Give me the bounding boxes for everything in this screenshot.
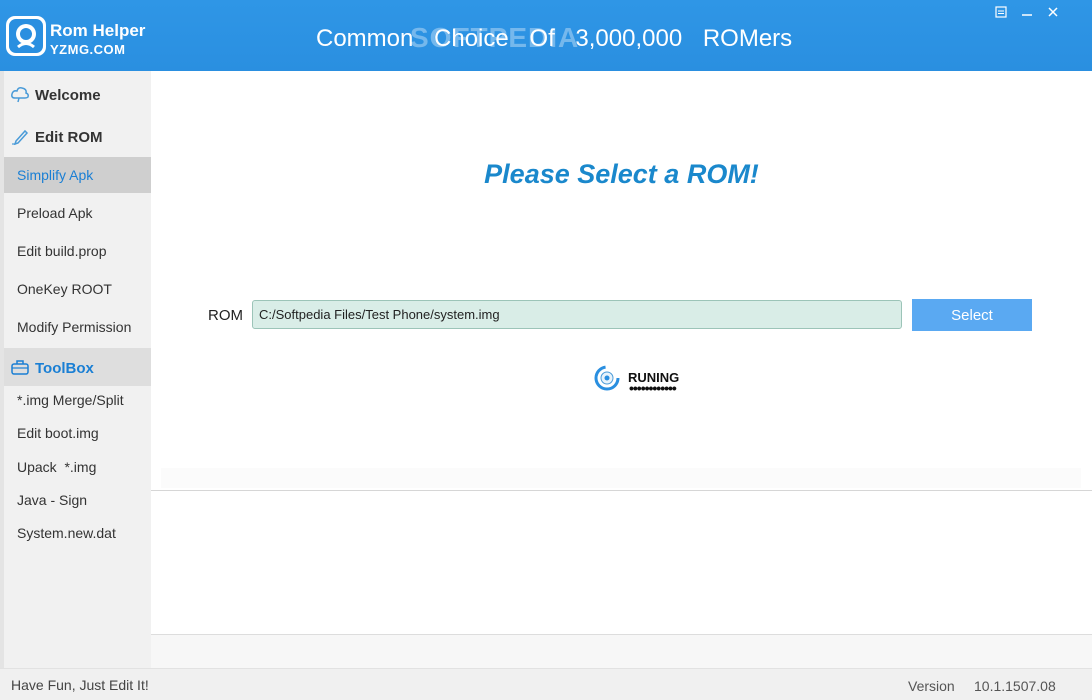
sidebar-item-edit-build-prop[interactable]: Edit build.prop — [4, 233, 151, 269]
sidebar-item-img-merge-split[interactable]: *.img Merge/Split — [4, 382, 151, 418]
version-label: Version — [908, 678, 955, 694]
watermark: SOFTPEDIA — [410, 22, 580, 53]
toolbox-icon — [11, 360, 29, 375]
sidebar-item-system-new-dat[interactable]: System.new.dat — [4, 515, 151, 551]
brand-site: YZMG.COM — [50, 42, 126, 57]
divider — [151, 490, 1092, 491]
sidebar-item-edit-boot-img[interactable]: Edit boot.img — [4, 415, 151, 451]
minimize-icon[interactable] — [1018, 5, 1036, 23]
sidebar-welcome-label: Welcome — [35, 87, 101, 104]
cloud-icon — [11, 87, 29, 103]
page-title: Please Select a ROM! — [484, 159, 759, 189]
sidebar: Welcome Edit ROM Simplify Apk Preload Ap… — [0, 71, 151, 668]
output-panel-edge — [161, 468, 1081, 488]
status-dots: •••••••••••• — [629, 380, 677, 396]
restore-icon[interactable] — [992, 5, 1010, 23]
sidebar-item-onekey-root[interactable]: OneKey ROOT — [4, 271, 151, 307]
sidebar-item-label: *.img Merge/Split — [17, 392, 124, 408]
close-icon[interactable] — [1044, 5, 1062, 23]
sidebar-welcome[interactable]: Welcome — [4, 75, 151, 113]
sidebar-item-label: Simplify Apk — [17, 167, 94, 183]
sidebar-item-java-sign[interactable]: Java - Sign — [4, 482, 151, 518]
rom-helper-logo-icon — [6, 16, 46, 56]
main-content: Please Select a ROM! ROM Select RUNING •… — [151, 71, 1092, 668]
sidebar-toolbox[interactable]: ToolBox — [4, 348, 151, 386]
sidebar-toolbox-label: ToolBox — [35, 360, 94, 377]
brand-name: Rom Helper — [50, 21, 146, 40]
sidebar-item-label: Edit boot.img — [17, 425, 99, 441]
sidebar-item-label: Preload Apk — [17, 205, 93, 221]
footer-tagline: Have Fun, Just Edit It! — [11, 677, 149, 693]
bottom-strip — [151, 635, 1092, 668]
title-bar: Rom Helper YZMG.COM Common Choice Of 3,0… — [0, 0, 1092, 71]
sidebar-item-simplify-apk[interactable]: Simplify Apk — [4, 157, 151, 193]
rom-label: ROM — [208, 307, 243, 324]
loading-spinner-icon — [594, 365, 620, 391]
rom-path-input[interactable] — [252, 300, 902, 329]
version-number: 10.1.1507.08 — [974, 678, 1056, 694]
pencil-icon — [12, 129, 29, 145]
sidebar-item-label: Edit build.prop — [17, 243, 107, 259]
sidebar-item-modify-permission[interactable]: Modify Permission — [4, 309, 151, 345]
status-bar: Have Fun, Just Edit It! Version 10.1.150… — [0, 668, 1092, 700]
sidebar-edit-rom[interactable]: Edit ROM — [4, 117, 151, 155]
sidebar-item-label: Java - Sign — [17, 492, 88, 508]
sidebar-edit-rom-label: Edit ROM — [35, 129, 103, 146]
sidebar-item-label: Modify Permission — [17, 319, 132, 335]
sidebar-item-preload-apk[interactable]: Preload Apk — [4, 195, 151, 231]
select-button[interactable]: Select — [912, 299, 1032, 331]
sidebar-item-label: System.new.dat — [17, 525, 116, 541]
sidebar-item-label: Upack *.img — [17, 459, 97, 475]
sidebar-item-upack-img[interactable]: Upack *.img — [4, 449, 151, 485]
sidebar-item-label: OneKey ROOT — [17, 281, 112, 297]
